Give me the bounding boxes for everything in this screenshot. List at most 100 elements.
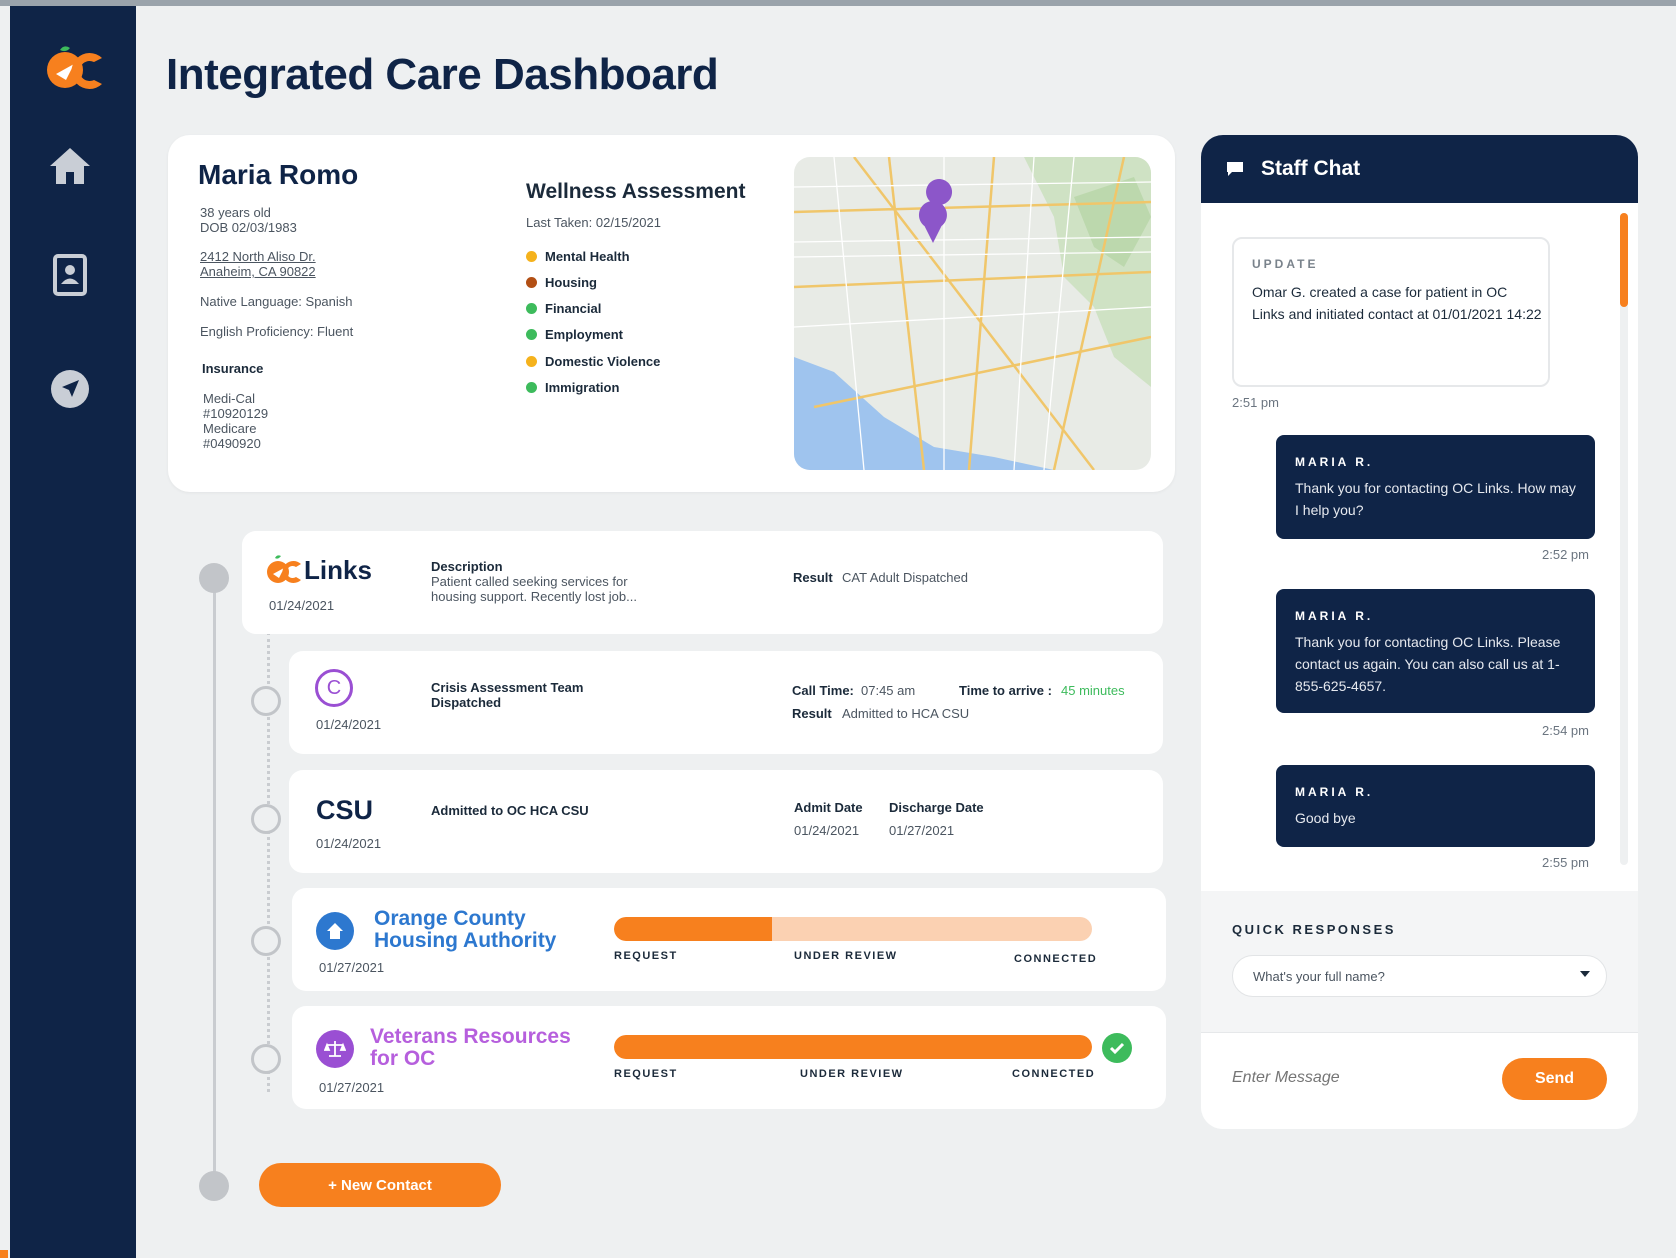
send-button[interactable]: Send xyxy=(1502,1058,1607,1100)
event-csu[interactable]: CSU 01/24/2021 Admitted to OC HCA CSU Ad… xyxy=(289,770,1163,873)
patient-address-line2[interactable]: Anaheim, CA 90822 xyxy=(200,264,316,279)
progress-bar xyxy=(614,917,1092,941)
message-time: 2:51 pm xyxy=(1232,395,1279,410)
wellness-item: Immigration xyxy=(526,380,619,395)
description-label: Description xyxy=(431,559,503,574)
wellness-item: Employment xyxy=(526,327,623,342)
org-name: Orange County Housing Authority xyxy=(374,907,557,952)
sender-name: MARIA R. xyxy=(1295,785,1374,799)
stage-label: UNDER REVIEW xyxy=(794,950,898,962)
wellness-item: Domestic Violence xyxy=(526,354,660,369)
org-name: Veterans Resources for OC xyxy=(370,1025,571,1070)
progress-bar xyxy=(614,1035,1092,1059)
result-label: Result xyxy=(792,706,832,721)
quick-responses-select[interactable]: What's your full name? xyxy=(1232,955,1607,997)
chat-scrollbar[interactable] xyxy=(1620,213,1628,865)
message-composer: Send xyxy=(1201,1032,1638,1129)
top-border xyxy=(0,0,1676,6)
admit-date-value: 01/24/2021 xyxy=(794,823,860,838)
event-date: 01/27/2021 xyxy=(319,1080,385,1095)
status-dot xyxy=(526,303,537,314)
chat-bubble-icon xyxy=(1227,162,1243,176)
event-veterans-resources[interactable]: Veterans Resources for OC 01/27/2021 REQ… xyxy=(292,1006,1166,1109)
timeline-node xyxy=(251,686,281,716)
patient-name: Maria Romo xyxy=(198,159,359,190)
message-text: Thank you for contacting OC Links. How m… xyxy=(1295,480,1576,518)
discharge-date-value: 01/27/2021 xyxy=(889,823,955,838)
insurance-line: Medicare xyxy=(203,421,257,436)
home-icon[interactable] xyxy=(45,141,95,191)
status-dot xyxy=(526,277,537,288)
message-text: Thank you for contacting OC Links. Pleas… xyxy=(1295,634,1561,694)
stage-label: CONNECTED xyxy=(1012,1068,1096,1080)
stage-label: REQUEST xyxy=(614,950,678,962)
status-dot xyxy=(526,251,537,262)
sender-name: MARIA R. xyxy=(1295,455,1374,469)
event-date: 01/24/2021 xyxy=(269,598,335,613)
chat-scrollbar-thumb[interactable] xyxy=(1620,213,1628,307)
wellness-title: Wellness Assessment xyxy=(526,180,746,203)
arrive-value: 45 minutes xyxy=(1061,683,1125,698)
event-crisis-assessment[interactable]: C 01/24/2021 Crisis Assessment Team Disp… xyxy=(289,651,1163,754)
event-date: 01/27/2021 xyxy=(319,960,385,975)
event-date: 01/24/2021 xyxy=(316,717,382,732)
event-title: Dispatched xyxy=(431,695,502,710)
insurance-label: Insurance xyxy=(202,361,264,376)
progress-fill xyxy=(614,917,772,941)
chat-message: MARIA R. Good bye xyxy=(1276,765,1595,847)
scale-icon xyxy=(316,1030,354,1068)
update-card: UPDATE Omar G. created a case for patien… xyxy=(1232,237,1550,387)
oc-links-logo: Links xyxy=(266,553,372,587)
message-time: 2:55 pm xyxy=(1542,855,1589,870)
call-time-label: Call Time: xyxy=(792,683,854,698)
update-tag: UPDATE xyxy=(1252,257,1319,271)
new-contact-button[interactable]: + New Contact xyxy=(259,1163,501,1207)
chat-message: MARIA R. Thank you for contacting OC Lin… xyxy=(1276,435,1595,539)
message-text: Good bye xyxy=(1295,810,1356,826)
contact-card-icon[interactable] xyxy=(45,250,95,300)
call-time-value: 07:45 am xyxy=(861,683,916,698)
discharge-date-label: Discharge Date xyxy=(889,800,984,815)
check-icon xyxy=(1102,1033,1132,1063)
stage-label: CONNECTED xyxy=(1014,953,1098,965)
wellness-item: Financial xyxy=(526,301,601,316)
chat-message: MARIA R. Thank you for contacting OC Lin… xyxy=(1276,589,1595,713)
event-oc-links[interactable]: Links 01/24/2021 Description Patient cal… xyxy=(242,531,1163,634)
sidebar xyxy=(10,6,136,1258)
insurance-line: #10920129 xyxy=(203,406,269,421)
patient-card: Maria Romo 38 years old DOB 02/03/1983 2… xyxy=(168,135,1175,492)
insurance-line: #0490920 xyxy=(203,436,261,451)
location-map[interactable] xyxy=(794,157,1151,470)
navigation-icon[interactable] xyxy=(45,364,95,414)
message-time: 2:52 pm xyxy=(1542,547,1589,562)
result-value: CAT Adult Dispatched xyxy=(842,570,968,585)
patient-dob: DOB 02/03/1983 xyxy=(200,220,297,235)
result-value: Admitted to HCA CSU xyxy=(842,706,970,721)
description-text: housing support. Recently lost job... xyxy=(431,589,637,604)
staff-chat-panel: Staff Chat UPDATE Omar G. created a case… xyxy=(1201,135,1638,1129)
csu-logo: CSU xyxy=(316,795,374,825)
sender-name: MARIA R. xyxy=(1295,609,1374,623)
admit-date-label: Admit Date xyxy=(794,800,863,815)
status-dot xyxy=(526,382,537,393)
event-title: Admitted to OC HCA CSU xyxy=(431,803,589,818)
update-text: Omar G. created a case for patient in OC… xyxy=(1252,284,1542,322)
status-dot xyxy=(526,329,537,340)
insurance-line: Medi-Cal xyxy=(203,391,256,406)
oc-logo[interactable] xyxy=(44,40,104,100)
timeline-line xyxy=(213,578,216,1188)
chat-title: Staff Chat xyxy=(1261,157,1361,180)
stage-label: REQUEST xyxy=(614,1068,678,1080)
patient-address-line1[interactable]: 2412 North Aliso Dr. xyxy=(200,249,316,264)
timeline-node xyxy=(251,1044,281,1074)
description-text: Patient called seeking services for xyxy=(431,574,628,589)
event-orange-county-housing[interactable]: Orange County Housing Authority 01/27/20… xyxy=(292,888,1166,991)
status-dot xyxy=(526,356,537,367)
page-title: Integrated Care Dashboard xyxy=(166,50,719,99)
corner-marker xyxy=(0,1250,8,1258)
message-input[interactable] xyxy=(1232,1063,1472,1093)
patient-english-proficiency: English Proficiency: Fluent xyxy=(200,324,354,339)
oc-logo-icon xyxy=(267,555,301,583)
chat-header: Staff Chat xyxy=(1201,135,1638,203)
patient-native-language: Native Language: Spanish xyxy=(200,294,353,309)
